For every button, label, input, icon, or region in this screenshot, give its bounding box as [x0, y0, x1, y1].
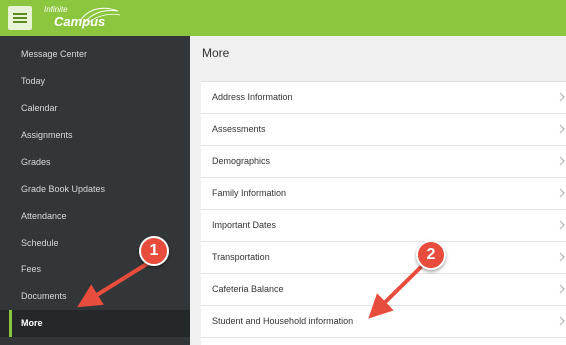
annotation-badge-2: 2 [416, 240, 446, 270]
list-item-assessments[interactable]: Assessments [201, 114, 566, 146]
list-item-label: Transportation [212, 252, 270, 262]
chevron-right-icon [559, 220, 565, 230]
list-item-transportation[interactable]: Transportation [201, 242, 566, 274]
list-item-important-dates[interactable]: Important Dates [201, 210, 566, 242]
top-bar: Infinite Campus [0, 0, 566, 36]
list-item-label: Assessments [212, 124, 266, 134]
sidebar-item-more[interactable]: More [0, 310, 190, 337]
logo[interactable]: Infinite Campus [44, 5, 124, 31]
main-panel: More Address Information Assessments Dem… [190, 36, 566, 345]
list-item-label: Student and Household information [212, 316, 354, 326]
chevron-right-icon [559, 188, 565, 198]
sidebar-item-assignments[interactable]: Assignments [0, 122, 190, 149]
list-item-label: Address Information [212, 92, 293, 102]
list-item-cafeteria-balance[interactable]: Cafeteria Balance [201, 274, 566, 306]
page-title: More [202, 46, 230, 60]
sidebar-item-grades[interactable]: Grades [0, 149, 190, 176]
more-list: Address Information Assessments Demograp… [201, 81, 566, 345]
logo-swoosh-icon [79, 7, 121, 24]
list-item-address-information[interactable]: Address Information [201, 82, 566, 114]
list-item-label: Important Dates [212, 220, 277, 230]
chevron-right-icon [559, 156, 565, 166]
menu-icon[interactable] [8, 6, 32, 30]
list-item-label: Cafeteria Balance [212, 284, 284, 294]
chevron-right-icon [559, 252, 565, 262]
chevron-right-icon [559, 92, 565, 102]
sidebar-item-documents[interactable]: Documents [0, 283, 190, 310]
list-item-label: Demographics [212, 156, 271, 166]
sidebar-item-attendance[interactable]: Attendance [0, 203, 190, 230]
list-item-demographics[interactable]: Demographics [201, 146, 566, 178]
sidebar-item-calendar[interactable]: Calendar [0, 95, 190, 122]
sidebar: Message Center Today Calendar Assignment… [0, 36, 190, 345]
sidebar-item-grade-book-updates[interactable]: Grade Book Updates [0, 176, 190, 203]
chevron-right-icon [559, 124, 565, 134]
list-item-student-household-information[interactable]: Student and Household information [201, 306, 566, 338]
chevron-right-icon [559, 316, 565, 326]
sidebar-item-message-center[interactable]: Message Center [0, 41, 190, 68]
chevron-right-icon [559, 284, 565, 294]
sidebar-item-today[interactable]: Today [0, 68, 190, 95]
logo-text-top: Infinite [44, 5, 68, 14]
list-item-label: Family Information [212, 188, 287, 198]
list-item-family-information[interactable]: Family Information [201, 178, 566, 210]
annotation-badge-1: 1 [139, 236, 169, 266]
